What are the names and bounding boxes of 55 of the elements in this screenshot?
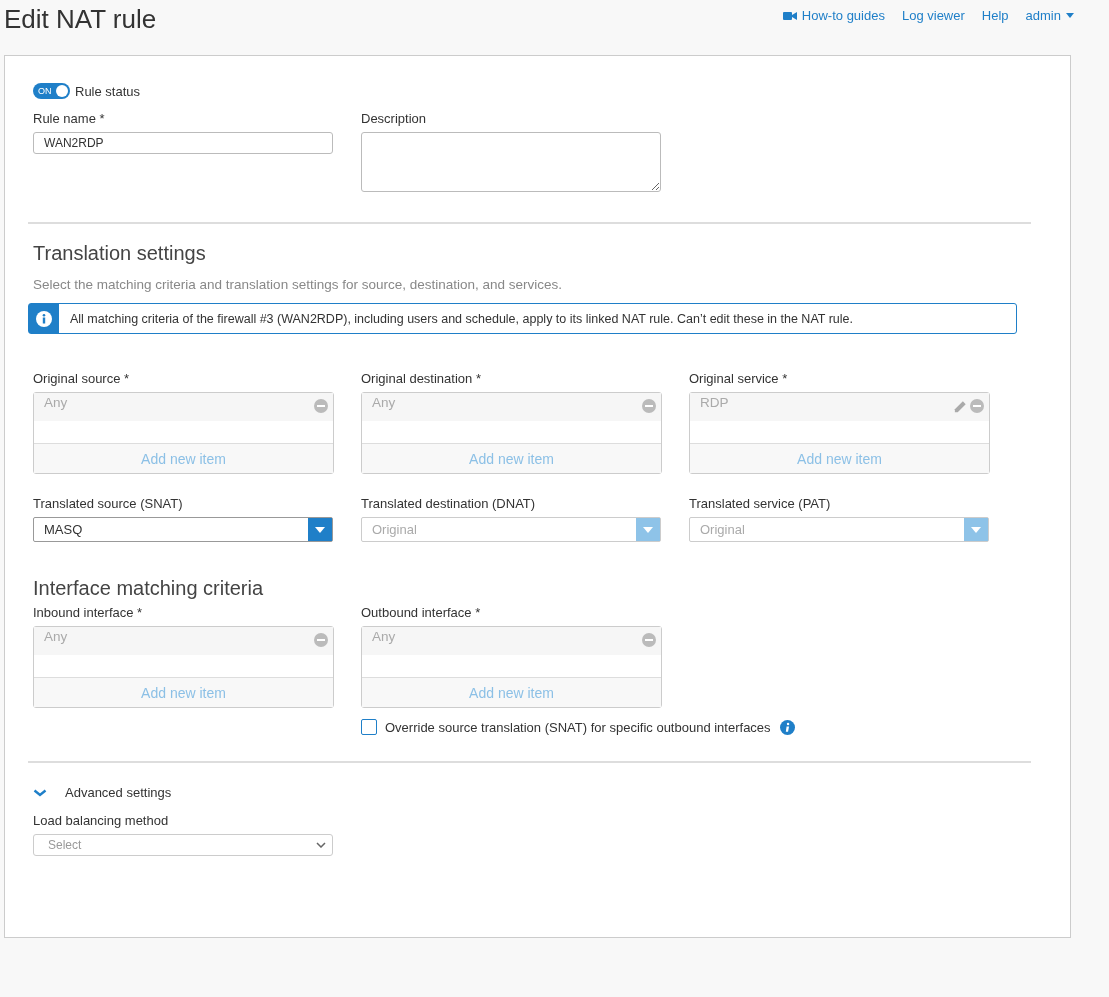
list-item: Any [44, 629, 68, 644]
load-balancing-dropdown[interactable]: Select [33, 834, 333, 856]
add-item-link[interactable]: Add new item [34, 444, 333, 473]
checkbox[interactable] [361, 719, 377, 735]
remove-icon[interactable] [642, 633, 656, 647]
header-link[interactable]: Log viewer [901, 8, 965, 23]
add-item-link[interactable]: Add new item [362, 444, 661, 473]
toggle-switch[interactable]: ON [33, 83, 70, 99]
field-label: Translated service (PAT) [689, 496, 832, 511]
header-link[interactable]: admin [1025, 8, 1074, 23]
field-label: Translated source (SNAT) [33, 496, 184, 511]
page-title: Edit NAT rule [4, 4, 157, 35]
description-field[interactable] [361, 132, 661, 192]
info-message: All matching criteria of the firewall #3 (WAN2RDP), including users and schedule, apply to its linked NAT rule. Can’t edit these in the NAT rule. [70, 311, 853, 326]
remove-icon[interactable] [314, 633, 328, 647]
chevron-icon [316, 842, 326, 848]
remove-icon[interactable] [314, 399, 328, 413]
field-label: Load balancing method [33, 813, 170, 828]
field-label: Inbound interface * [33, 605, 144, 620]
pencil-icon[interactable] [953, 399, 968, 414]
field-label: Original service * [689, 371, 789, 386]
caret-icon [315, 526, 325, 533]
field-label: Outbound interface * [361, 605, 482, 620]
list-item: Any [44, 395, 68, 410]
video-camera-icon [782, 10, 797, 21]
add-item-link[interactable]: Add new item [362, 678, 661, 707]
list-item: Any [372, 395, 396, 410]
section-heading: Translation settings [33, 242, 207, 265]
checkbox-label: Override source translation (SNAT) for specific outbound interfaces [385, 719, 771, 735]
add-item-link[interactable]: Add new item [34, 678, 333, 707]
list-item: Any [372, 629, 396, 644]
chevron-icon [33, 788, 47, 797]
dropdown[interactable]: MASQ [33, 517, 333, 542]
info-icon[interactable] [779, 719, 795, 735]
remove-icon[interactable] [970, 399, 984, 413]
section-description: Select the matching criteria and translation settings for source, destination, and services. [33, 277, 564, 292]
info-icon [36, 310, 52, 327]
expand-toggle[interactable] [33, 788, 47, 797]
field-label: Rule name * [33, 111, 106, 126]
section-toggle-label: Advanced settings [65, 785, 172, 800]
add-item-link[interactable]: Add new item [690, 444, 989, 473]
header-link[interactable]: How-to guides [782, 8, 885, 23]
toggle-label: Rule status [75, 83, 141, 99]
caret-icon [971, 526, 981, 533]
field-label: Description [361, 111, 428, 126]
field-label: Original destination * [361, 371, 482, 386]
list-item: RDP [700, 395, 729, 410]
field-label: Translated destination (DNAT) [361, 496, 537, 511]
caret-icon [643, 526, 653, 533]
remove-icon[interactable] [642, 399, 656, 413]
section-heading: Interface matching criteria [33, 577, 265, 600]
caret-icon [1066, 13, 1074, 18]
rule-name-field[interactable]: WAN2RDP [33, 132, 333, 154]
header-link[interactable]: Help [981, 8, 1009, 23]
field-label: Original source * [33, 371, 131, 386]
